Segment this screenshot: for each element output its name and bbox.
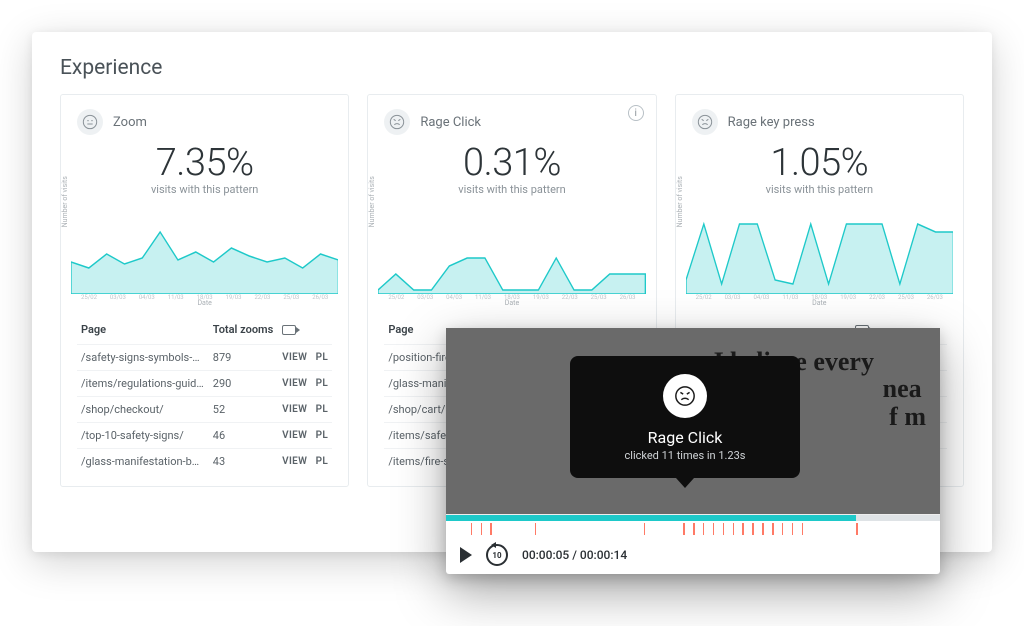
progress-played [446, 515, 856, 521]
zoom-table: PageTotal zooms /safety-signs-symbols-an… [77, 317, 332, 474]
angry-face-icon [692, 109, 718, 135]
rage-key-chart: Number of visits [686, 204, 953, 294]
card-title: Rage Click [420, 115, 481, 130]
card-title: Rage key press [728, 115, 815, 130]
neutral-face-icon [77, 109, 103, 135]
timecode: 00:00:05 / 00:00:14 [522, 548, 627, 562]
session-player: I believe every nea f m Rage Click click… [446, 328, 940, 574]
table-row[interactable]: /items/regulations-guidanc...290VIEWPL [77, 371, 332, 397]
metric-value: 7.35% [77, 141, 332, 185]
metric-value: 1.05% [692, 141, 947, 185]
angry-face-icon [663, 374, 707, 418]
zoom-chart: Number of visits [71, 204, 338, 294]
view-link[interactable]: VIEW [278, 345, 311, 371]
tooltip-title: Rage Click [596, 428, 774, 447]
metric-value: 0.31% [384, 141, 639, 185]
view-link[interactable]: VIEW [278, 449, 311, 475]
timeline[interactable] [446, 514, 940, 536]
rewind-10-button[interactable]: 10 [486, 544, 508, 566]
play-link[interactable]: PL [312, 397, 333, 423]
metric-sub: visits with this pattern [77, 183, 332, 196]
player-controls: 10 00:00:05 / 00:00:14 [446, 536, 940, 574]
event-markers [446, 523, 940, 535]
table-row[interactable]: /shop/checkout/52VIEWPL [77, 397, 332, 423]
view-link[interactable]: VIEW [278, 423, 311, 449]
table-row[interactable]: /top-10-safety-signs/46VIEWPL [77, 423, 332, 449]
view-link[interactable]: VIEW [278, 397, 311, 423]
view-link[interactable]: VIEW [278, 371, 311, 397]
page-title: Experience [60, 56, 964, 80]
play-button[interactable] [460, 547, 472, 563]
metric-sub: visits with this pattern [692, 183, 947, 196]
card-title: Zoom [113, 115, 147, 130]
camera-icon [278, 317, 311, 345]
play-link[interactable]: PL [312, 449, 333, 475]
card-zoom: Zoom 7.35% visits with this pattern Numb… [60, 94, 349, 487]
play-link[interactable]: PL [312, 345, 333, 371]
video-viewport[interactable]: I believe every nea f m Rage Click click… [446, 328, 940, 514]
metric-sub: visits with this pattern [384, 183, 639, 196]
rage-click-tooltip: Rage Click clicked 11 times in 1.23s [570, 356, 800, 478]
play-link[interactable]: PL [312, 423, 333, 449]
table-row[interactable]: /glass-manifestation-buildi...43VIEWPL [77, 449, 332, 475]
rage-click-chart: Number of visits [378, 204, 645, 294]
angry-face-icon [384, 109, 410, 135]
play-link[interactable]: PL [312, 371, 333, 397]
tooltip-sub: clicked 11 times in 1.23s [596, 449, 774, 462]
info-icon[interactable]: i [628, 105, 644, 121]
table-row[interactable]: /safety-signs-symbols-and-c...879VIEWPL [77, 345, 332, 371]
